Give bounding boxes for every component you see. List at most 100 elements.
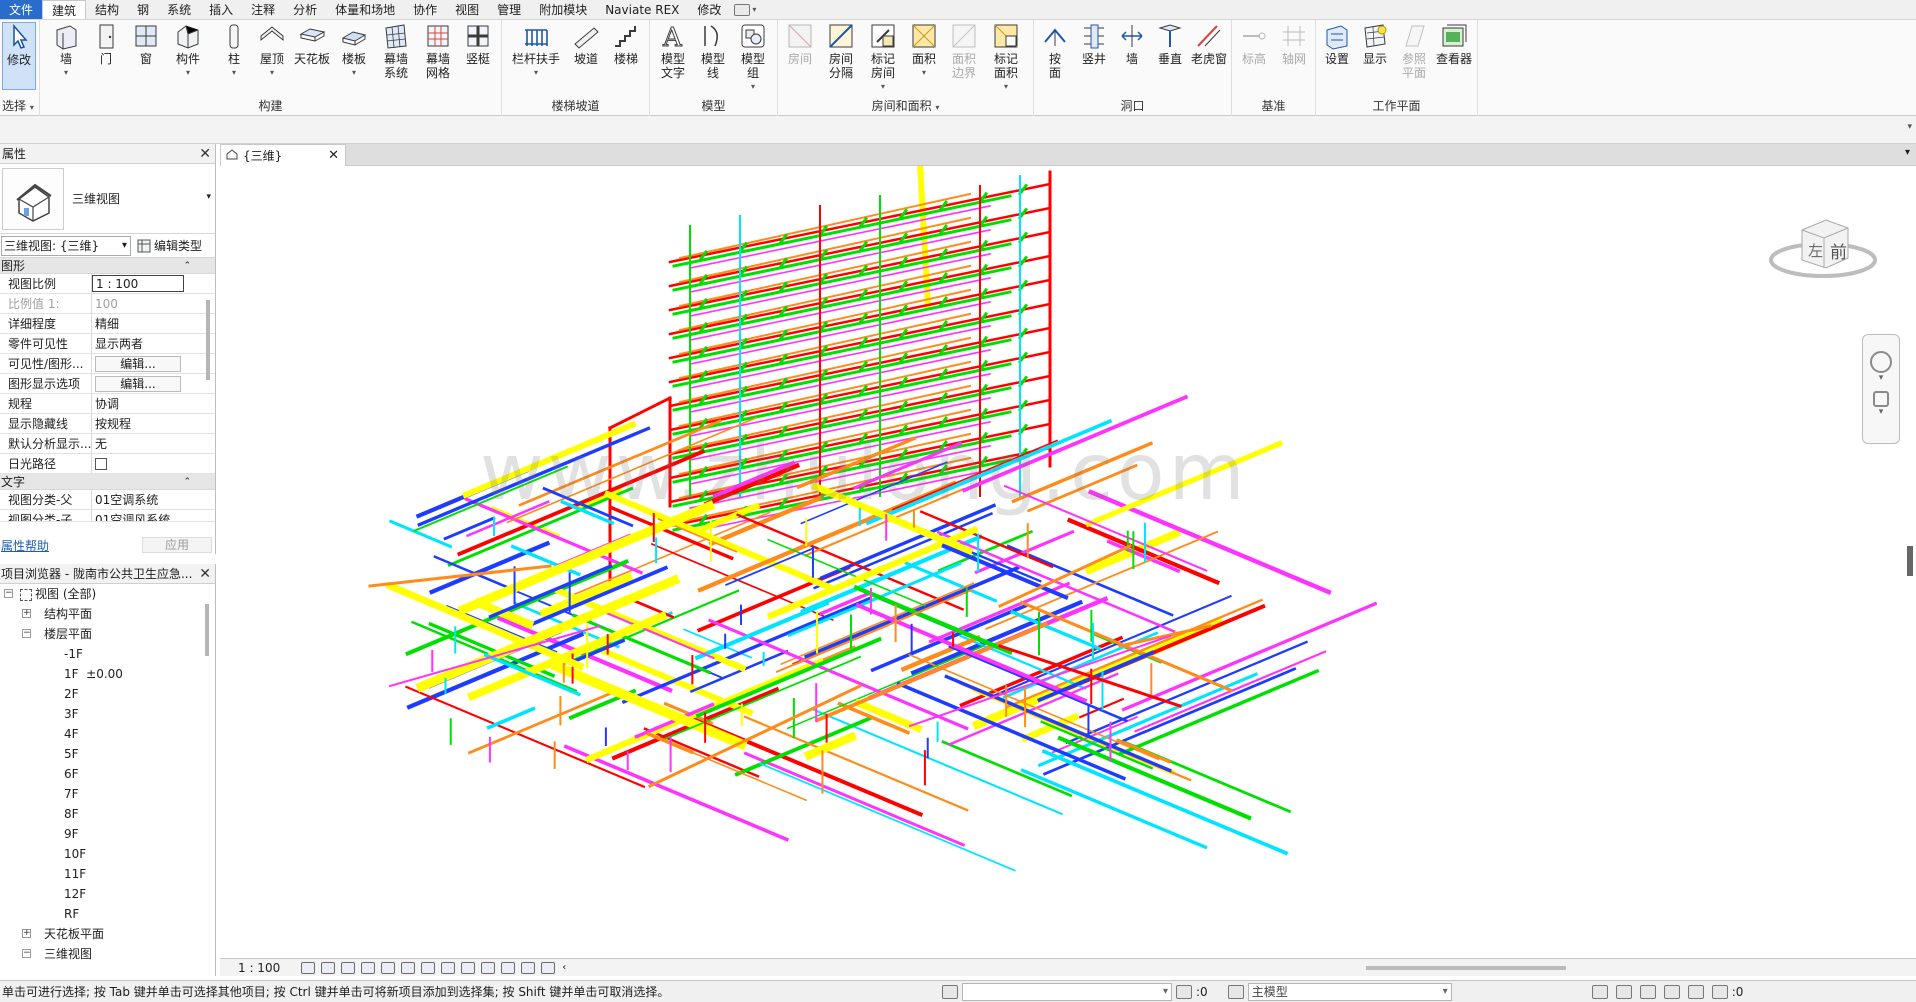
browser-scrollbar[interactable] — [204, 594, 210, 954]
tree-node-floor[interactable]: RF — [0, 904, 215, 924]
tree-node-3d-views[interactable]: − 三维视图 — [0, 944, 215, 964]
by-face-button[interactable]: 按面 — [1038, 22, 1072, 80]
close-icon[interactable]: ✕ — [199, 144, 211, 164]
collapse-icon[interactable]: − — [22, 949, 31, 958]
tab-view[interactable]: 视图 — [446, 0, 488, 19]
tree-node-floor[interactable]: 1F ±0.00 — [0, 664, 215, 684]
view-scale-field[interactable]: 1 : 100 — [92, 275, 184, 292]
discipline-field[interactable]: 协调 — [92, 394, 184, 413]
component-button[interactable]: 构件 ▾ — [168, 22, 208, 80]
filter-icon[interactable] — [1176, 984, 1192, 999]
detail-level-field[interactable]: 精细 — [92, 314, 184, 333]
3d-viewport[interactable]: www.zhulong.com 左 前 ▾ ▾ — [220, 166, 1914, 958]
tree-node-floor[interactable]: 5F — [0, 744, 215, 764]
tree-node-views[interactable]: − 视图 (全部) — [0, 584, 215, 604]
filter-funnel-icon[interactable] — [1711, 984, 1728, 999]
scroll-thumb[interactable] — [205, 604, 209, 656]
view-category-child-field[interactable]: 01空调风系统 — [92, 510, 184, 521]
tab-architecture[interactable]: 建筑 — [42, 0, 87, 19]
tab-manage[interactable]: 管理 — [488, 0, 530, 19]
room-button[interactable]: 房间 — [782, 22, 818, 66]
tab-structure[interactable]: 结构 — [86, 0, 128, 19]
temp-hide-icon[interactable] — [461, 961, 476, 974]
tab-naviate-rex[interactable]: Naviate REX — [596, 0, 688, 19]
analysis-display-field[interactable]: 无 — [92, 434, 184, 453]
model-group-button[interactable]: 模型组 ▾ — [734, 22, 772, 94]
wall-opening-button[interactable]: 墙 — [1116, 22, 1148, 66]
wall-button[interactable]: 墙 ▾ — [48, 22, 84, 80]
properties-help-link[interactable]: 属性帮助 — [0, 537, 49, 554]
close-icon[interactable]: ✕ — [197, 564, 211, 583]
vg-overrides-edit-button[interactable]: 编辑... — [95, 356, 181, 372]
zoom-icon[interactable] — [1873, 391, 1889, 407]
ramp-button[interactable]: 坡道 — [568, 22, 604, 66]
shadows-icon[interactable] — [361, 961, 376, 974]
graphic-display-edit-button[interactable]: 编辑... — [95, 376, 181, 392]
tab-systems[interactable]: 系统 — [158, 0, 200, 19]
door-button[interactable]: 门 — [88, 22, 124, 66]
canvas-hscroll[interactable] — [1366, 965, 1567, 970]
tree-node-floor[interactable]: 8F — [0, 804, 215, 824]
viewer-button[interactable]: 查看器 — [1434, 22, 1474, 66]
tab-3d-view[interactable]: {三维} ✕ — [220, 144, 346, 166]
level-button[interactable]: 标高 — [1236, 22, 1272, 66]
temp-view-props-icon[interactable] — [501, 961, 516, 974]
vertical-opening-button[interactable]: 垂直 — [1152, 22, 1188, 66]
set-workplane-button[interactable]: 设置 — [1320, 22, 1354, 66]
tab-massing[interactable]: 体量和场地 — [326, 0, 404, 19]
model-line-button[interactable]: 模型线 — [696, 22, 730, 80]
tab-analyze[interactable]: 分析 — [284, 0, 326, 19]
view-category-parent-field[interactable]: 01空调系统 — [92, 490, 184, 509]
tab-menu-icon[interactable]: ▾ — [1905, 147, 1910, 158]
reference-plane-button[interactable]: 参照平面 — [1396, 22, 1432, 80]
select-links-icon[interactable] — [1591, 984, 1608, 999]
hidden-lines-field[interactable]: 按规程 — [92, 414, 184, 433]
show-crop-icon[interactable] — [421, 961, 436, 974]
room-separator-button[interactable]: 房间分隔 — [822, 22, 860, 80]
highlight-displacement-icon[interactable] — [541, 961, 556, 974]
panel-room-area-label[interactable]: 房间和面积 ▾ — [778, 97, 1033, 114]
detail-level-icon[interactable] — [301, 961, 316, 974]
show-workplane-button[interactable]: 显示 — [1358, 22, 1392, 66]
chevron-left-icon[interactable]: ‹ — [562, 962, 566, 973]
ceiling-button[interactable]: 天花板 — [292, 22, 332, 66]
collapse-icon[interactable]: − — [22, 629, 31, 638]
curtain-system-button[interactable]: 幕墙系统 — [376, 22, 416, 80]
expand-icon[interactable]: + — [22, 609, 31, 618]
type-selector[interactable]: 三维视图 ▾ — [0, 164, 215, 234]
grid-button[interactable]: 轴网 — [1276, 22, 1312, 66]
tab-modify[interactable]: 修改 — [688, 0, 730, 19]
modify-button[interactable]: 修改 — [2, 22, 36, 90]
view-scale-button[interactable]: 1 : 100 — [238, 961, 280, 975]
select-pinned-icon[interactable] — [1639, 984, 1656, 999]
view-cube[interactable]: 左 前 — [1768, 210, 1878, 282]
scroll-thumb[interactable] — [206, 300, 210, 380]
expand-icon[interactable]: + — [22, 929, 31, 938]
workset-selector[interactable] — [962, 982, 1172, 1001]
collapse-icon[interactable]: − — [4, 589, 13, 598]
reveal-hidden-icon[interactable] — [481, 961, 496, 974]
tree-node-floor[interactable]: 12F — [0, 884, 215, 904]
viewcube-left-face[interactable]: 左 — [1808, 240, 1823, 261]
select-underlay-icon[interactable] — [1615, 984, 1632, 999]
parts-visibility-field[interactable]: 显示两者 — [92, 334, 184, 353]
visual-style-icon[interactable] — [321, 961, 336, 974]
tag-room-button[interactable]: 标记房间 ▾ — [864, 22, 902, 94]
tree-node-structural-plans[interactable]: + 结构平面 — [0, 604, 215, 624]
active-model-selector[interactable]: 主模型 — [1247, 982, 1452, 1001]
quick-access-toggle[interactable]: ▾ — [730, 0, 760, 19]
railing-button[interactable]: 栏杆扶手 ▾ — [508, 22, 564, 80]
chevron-down-icon[interactable]: ▾ — [1863, 407, 1899, 417]
lock-view-icon[interactable] — [441, 961, 456, 974]
area-boundary-button[interactable]: 面积边界 — [946, 22, 982, 80]
stair-button[interactable]: 楼梯 — [608, 22, 644, 66]
close-icon[interactable]: ✕ — [328, 148, 339, 163]
tree-node-floor[interactable]: 4F — [0, 724, 215, 744]
tree-node-floor[interactable]: 11F — [0, 864, 215, 884]
drag-on-select-icon[interactable] — [1687, 984, 1704, 999]
properties-scrollbar[interactable] — [204, 280, 212, 530]
area-button[interactable]: 面积 ▾ — [906, 22, 942, 80]
roof-button[interactable]: 屋顶 ▾ — [254, 22, 290, 80]
sun-path-icon[interactable] — [341, 961, 356, 974]
sun-path-checkbox[interactable] — [95, 458, 107, 470]
